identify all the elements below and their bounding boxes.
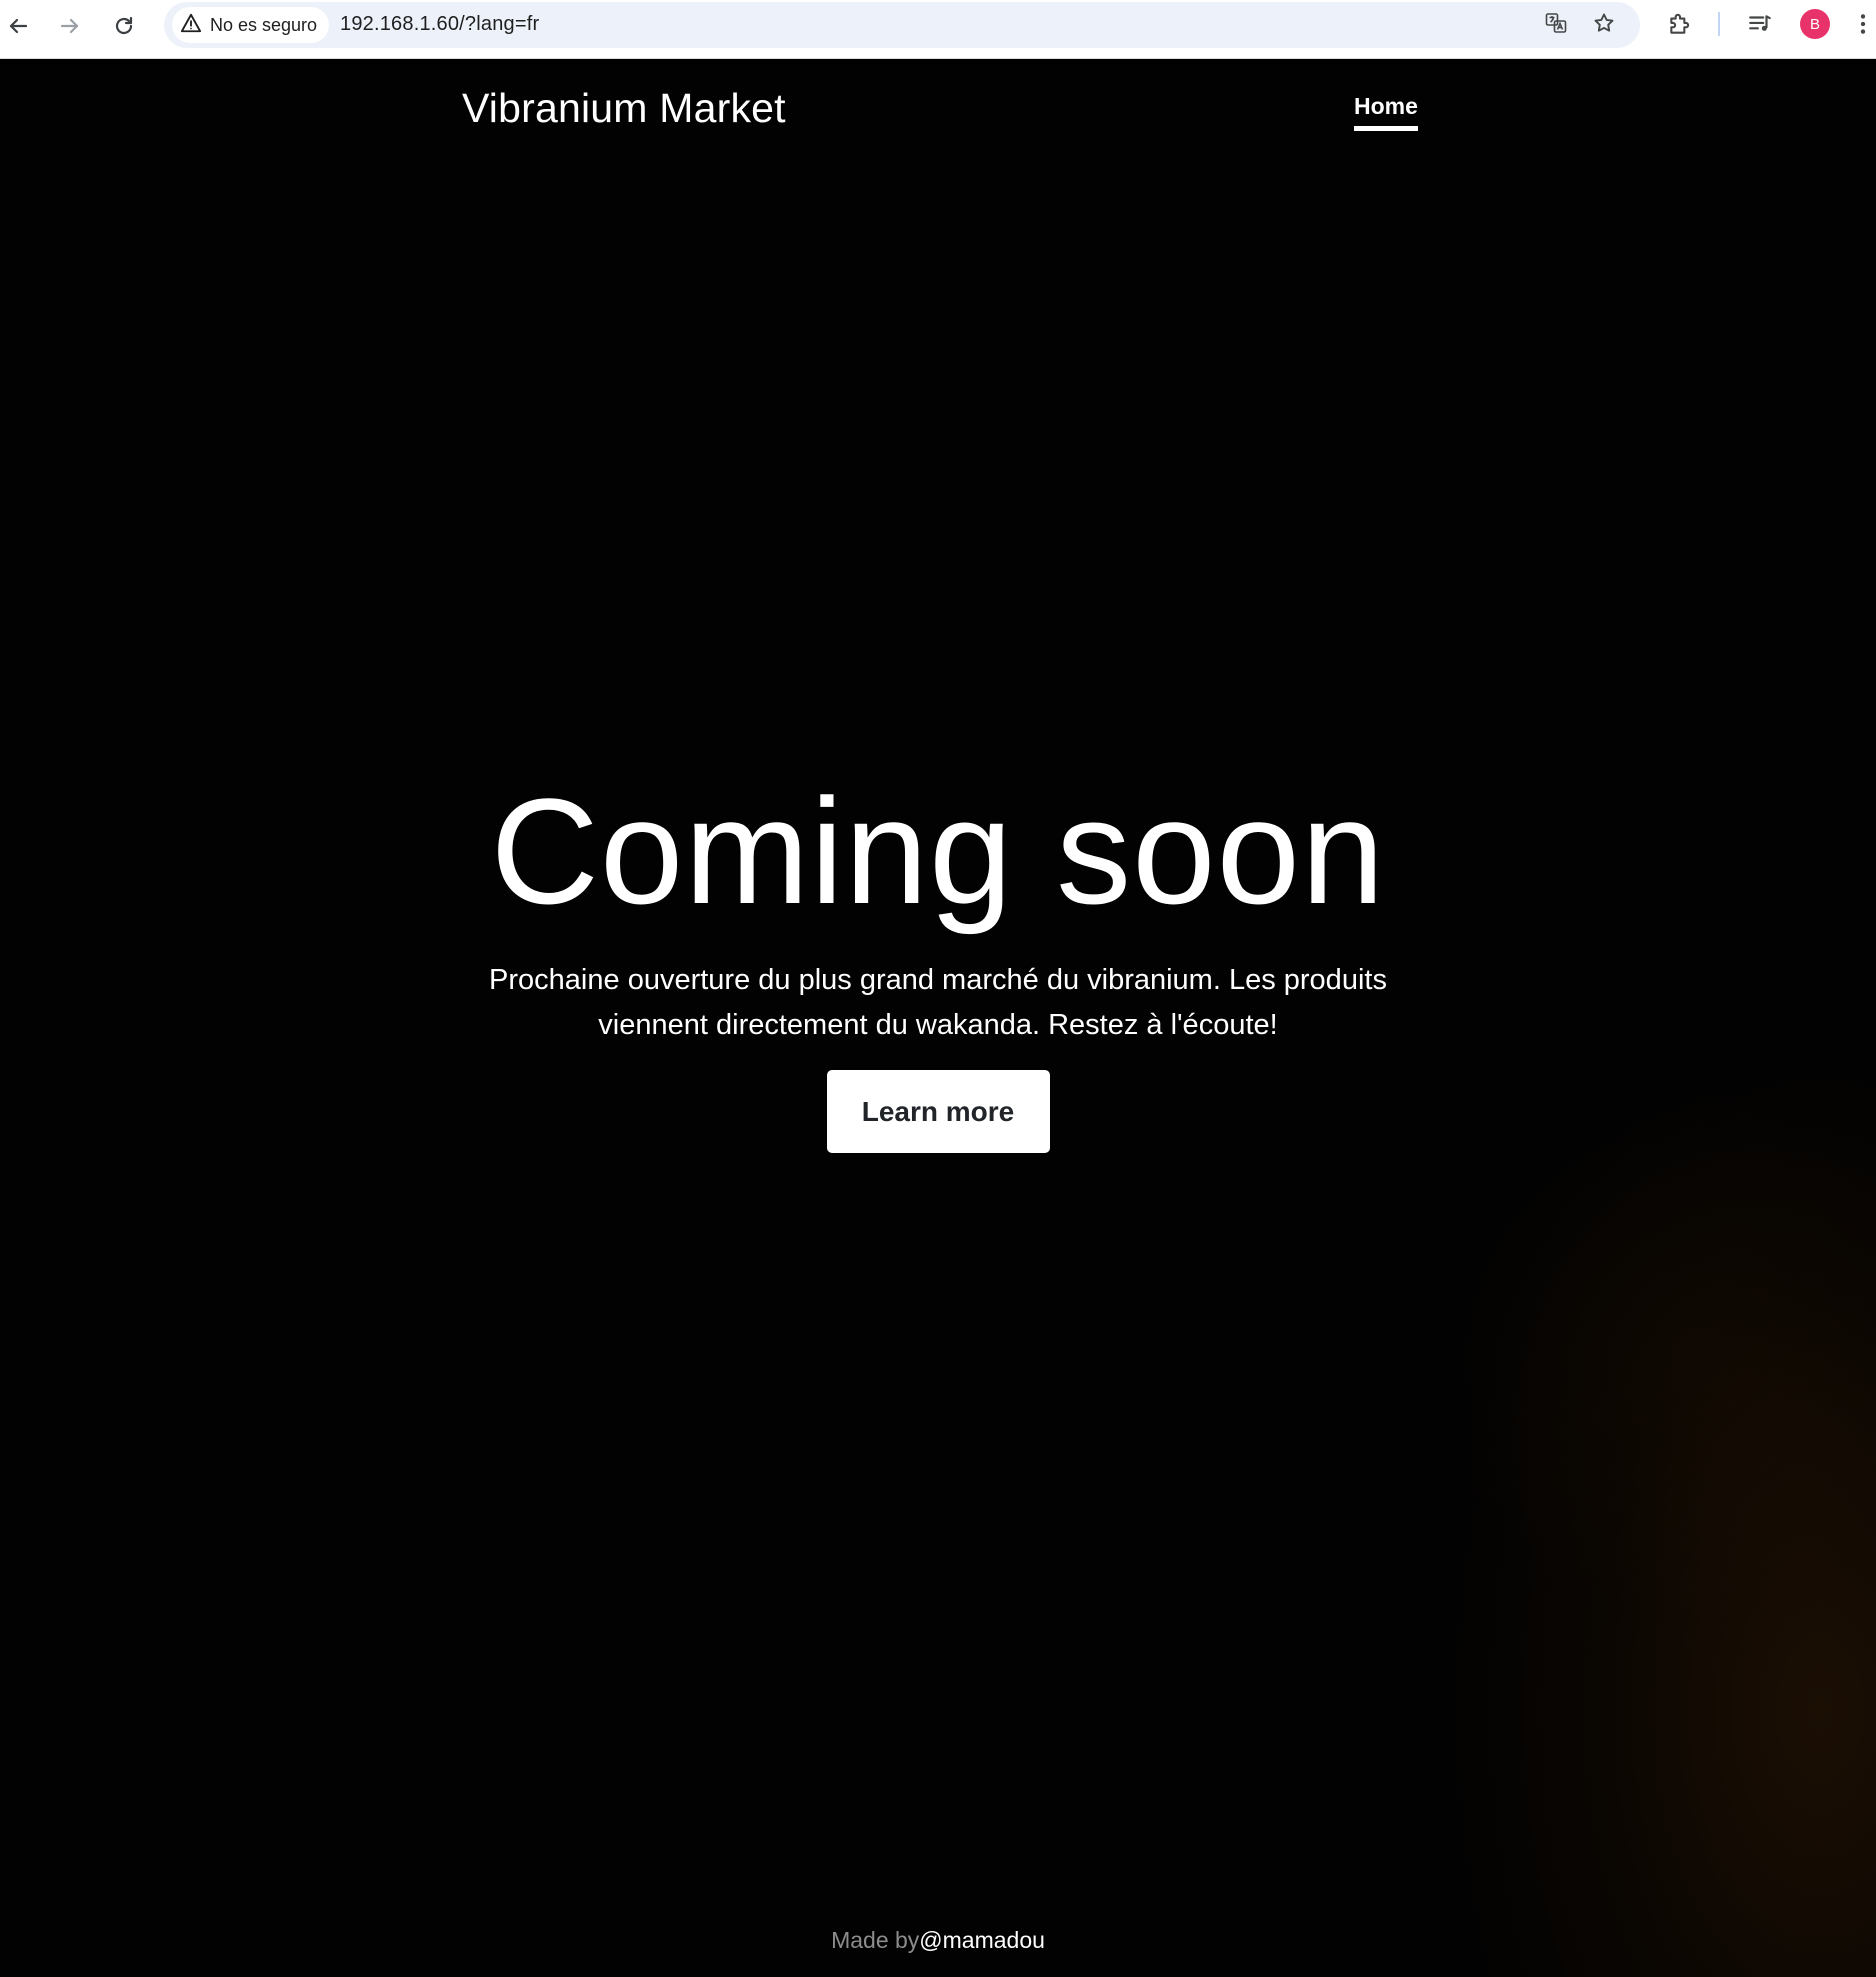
address-bar[interactable]: No es seguro 192.168.1.60/?lang=fr bbox=[164, 2, 1640, 48]
nav-link-home[interactable]: Home bbox=[1354, 93, 1418, 131]
hero-lead: Prochaine ouverture du plus grand marché… bbox=[489, 964, 1387, 1041]
toolbar-divider bbox=[1718, 12, 1720, 36]
forward-button[interactable] bbox=[50, 8, 90, 48]
translate-button[interactable] bbox=[1540, 9, 1572, 41]
back-button[interactable] bbox=[0, 8, 38, 48]
extensions-button[interactable] bbox=[1660, 6, 1700, 46]
site-header: Vibranium Market Home bbox=[0, 59, 1876, 179]
author-link[interactable]: @mamadou bbox=[919, 1927, 1045, 1953]
arrow-right-icon bbox=[58, 14, 82, 43]
site-brand[interactable]: Vibranium Market bbox=[462, 85, 786, 132]
star-icon bbox=[1592, 11, 1616, 40]
learn-more-button[interactable]: Learn more bbox=[826, 1070, 1050, 1153]
site-nav: Home bbox=[1354, 93, 1418, 131]
url-text[interactable]: 192.168.1.60/?lang=fr bbox=[340, 13, 539, 36]
security-label: No es seguro bbox=[210, 14, 318, 35]
reload-icon bbox=[112, 14, 136, 43]
media-queue-icon bbox=[1747, 11, 1773, 42]
puzzle-icon bbox=[1667, 11, 1693, 42]
translate-icon bbox=[1544, 11, 1568, 40]
arrow-left-icon bbox=[6, 14, 30, 43]
footer-prefix: Made by bbox=[831, 1927, 920, 1953]
bookmark-button[interactable] bbox=[1588, 9, 1620, 41]
browser-toolbar: No es seguro 192.168.1.60/?lang=fr B bbox=[0, 0, 1876, 59]
reload-button[interactable] bbox=[104, 8, 144, 48]
profile-avatar[interactable]: B bbox=[1800, 9, 1830, 39]
hero-section: Coming soon Prochaine ouverture du plus … bbox=[0, 759, 1876, 1153]
warning-triangle-icon bbox=[180, 12, 202, 39]
hero-title: Coming soon bbox=[490, 767, 1386, 935]
site-footer: Made by@mamadou bbox=[0, 1927, 1876, 1954]
kebab-menu-icon bbox=[1850, 11, 1876, 42]
security-chip[interactable]: No es seguro bbox=[172, 7, 330, 43]
media-controls-button[interactable] bbox=[1740, 6, 1780, 46]
browser-menu-button[interactable] bbox=[1850, 6, 1876, 46]
page-viewport: Vibranium Market Home Coming soon Procha… bbox=[0, 59, 1876, 1977]
